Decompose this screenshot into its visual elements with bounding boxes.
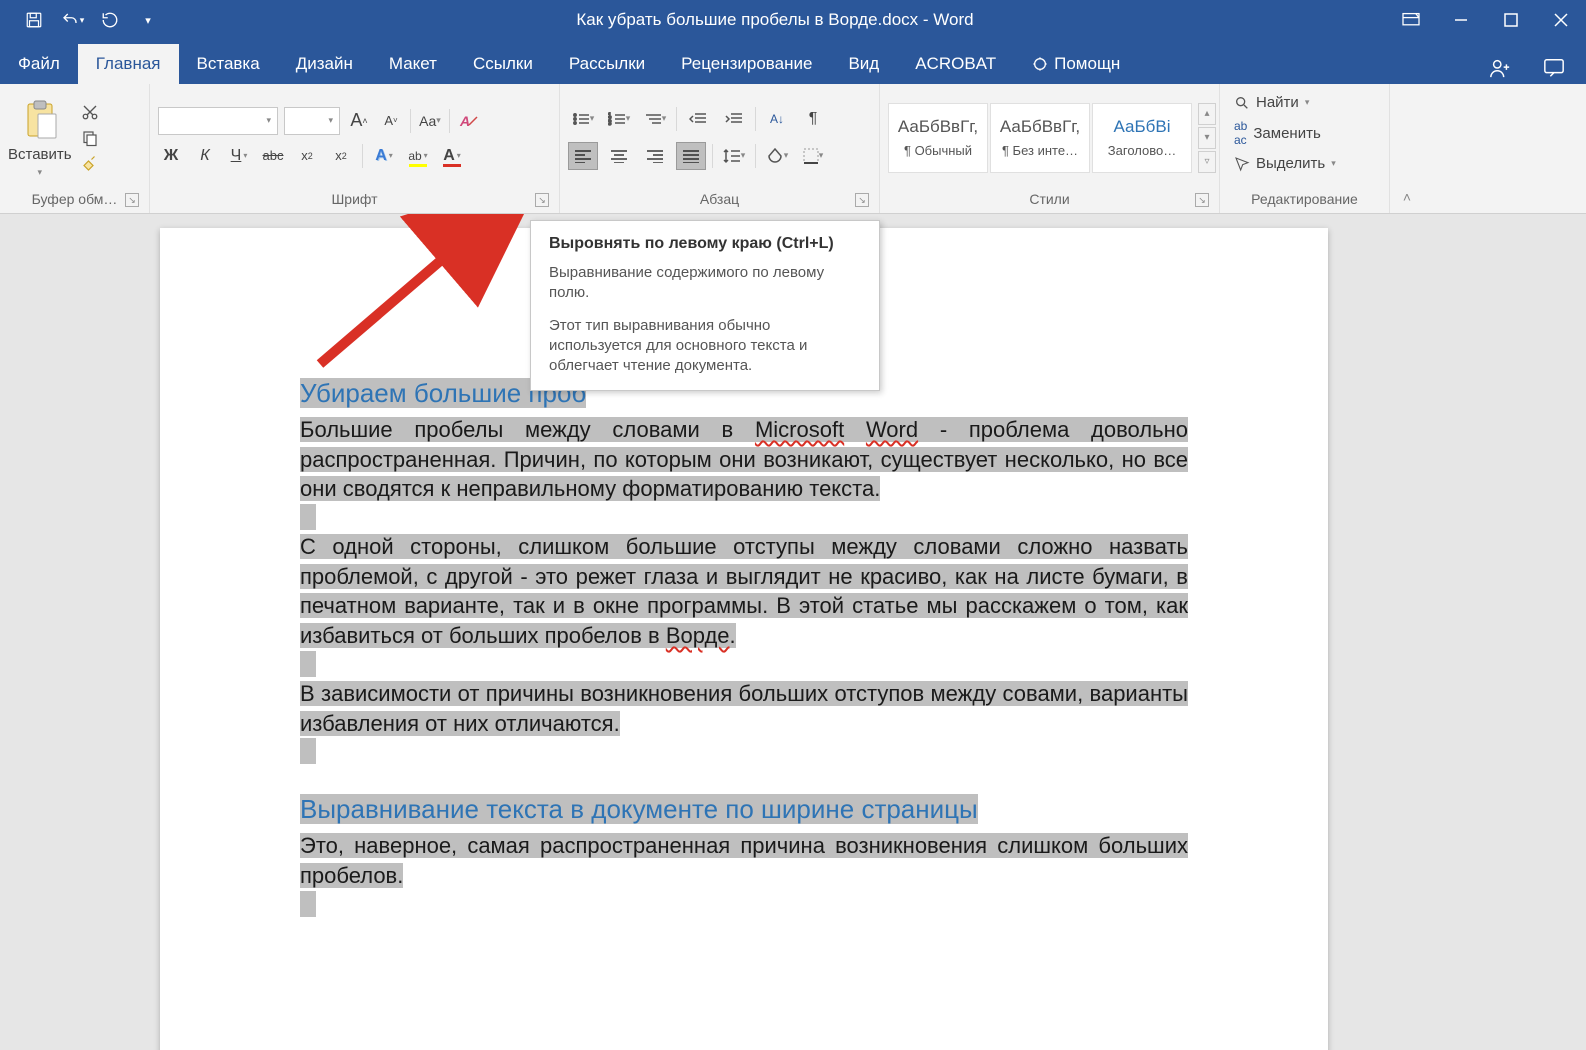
align-right-button[interactable] xyxy=(640,142,670,170)
tooltip-desc-2: Этот тип выравнивания обычно используетс… xyxy=(549,316,861,377)
clear-formatting-button[interactable]: A xyxy=(456,108,482,134)
tab-view[interactable]: Вид xyxy=(830,44,897,84)
qat-customize[interactable]: ▾ xyxy=(132,4,164,36)
tell-me-label: Помощн xyxy=(1054,54,1120,74)
multilevel-list-button[interactable]: ▾ xyxy=(640,106,670,132)
copy-button[interactable] xyxy=(78,127,102,149)
change-case-button[interactable]: Aa▾ xyxy=(417,108,443,134)
svg-text:3: 3 xyxy=(608,121,612,126)
tab-references[interactable]: Ссылки xyxy=(455,44,551,84)
window-controls xyxy=(1386,0,1586,40)
styles-expand[interactable]: ▿ xyxy=(1198,151,1216,173)
clipboard-dialog-launcher[interactable]: ↘ xyxy=(125,193,139,207)
editing-group-label: Редактирование xyxy=(1251,191,1358,207)
strikethrough-button[interactable]: abc xyxy=(260,143,286,169)
cut-button[interactable] xyxy=(78,101,102,123)
paragraph-dialog-launcher[interactable]: ↘ xyxy=(855,193,869,207)
minimize-button[interactable] xyxy=(1436,0,1486,40)
align-justify-button[interactable] xyxy=(676,142,706,170)
group-styles: АаБбВвГг,¶ Обычный АаБбВвГг,¶ Без инте… … xyxy=(880,84,1220,213)
ribbon: Вставить ▾ Буфер обм…↘ ▾ ▾ A˄ A˅ Aa▾ xyxy=(0,84,1586,214)
comments-button[interactable] xyxy=(1542,57,1566,84)
line-spacing-button[interactable]: ▾ xyxy=(719,143,749,169)
tab-design[interactable]: Дизайн xyxy=(278,44,371,84)
ribbon-display-options[interactable] xyxy=(1386,0,1436,40)
tab-file[interactable]: Файл xyxy=(0,44,78,84)
sort-button[interactable]: A↓ xyxy=(762,106,792,132)
shading-button[interactable]: ▾ xyxy=(762,143,792,169)
clipboard-group-label: Буфер обм… xyxy=(32,191,118,207)
tab-mailings[interactable]: Рассылки xyxy=(551,44,663,84)
tell-me[interactable]: Помощн xyxy=(1014,44,1138,84)
show-marks-button[interactable]: ¶ xyxy=(798,106,828,132)
tab-insert[interactable]: Вставка xyxy=(179,44,278,84)
subscript-button[interactable]: x2 xyxy=(294,143,320,169)
font-color-button[interactable]: A▾ xyxy=(439,143,465,169)
paragraph-group-label: Абзац xyxy=(700,191,739,207)
redo-button[interactable] xyxy=(94,4,126,36)
replace-button[interactable]: abacЗаменить xyxy=(1234,119,1336,147)
find-button[interactable]: Найти▾ xyxy=(1234,94,1336,111)
paragraph-4: Это, наверное, самая распространенная пр… xyxy=(300,831,1188,890)
quick-access-toolbar: ▾ ▾ xyxy=(0,4,164,36)
text-effects-button[interactable]: A▾ xyxy=(371,143,397,169)
close-button[interactable] xyxy=(1536,0,1586,40)
format-painter-button[interactable] xyxy=(78,153,102,175)
tooltip-align-left: Выровнять по левому краю (Ctrl+L) Выравн… xyxy=(530,220,880,391)
highlight-button[interactable]: ab▾ xyxy=(405,143,431,169)
select-button[interactable]: Выделить▾ xyxy=(1234,155,1336,172)
styles-dialog-launcher[interactable]: ↘ xyxy=(1195,193,1209,207)
paragraph-2: С одной стороны, слишком большие отступы… xyxy=(300,532,1188,651)
share-button[interactable] xyxy=(1488,57,1512,84)
superscript-button[interactable]: x2 xyxy=(328,143,354,169)
document-area[interactable]: Убираем большие проб Большие пробелы меж… xyxy=(0,214,1586,1050)
tooltip-title: Выровнять по левому краю (Ctrl+L) xyxy=(549,235,861,253)
paste-button[interactable] xyxy=(19,98,61,142)
styles-group-label: Стили xyxy=(1029,191,1069,207)
align-left-button[interactable] xyxy=(568,142,598,170)
maximize-button[interactable] xyxy=(1486,0,1536,40)
tab-home[interactable]: Главная xyxy=(78,44,179,84)
increase-indent-button[interactable] xyxy=(719,106,749,132)
font-name-combo[interactable]: ▾ xyxy=(158,107,278,135)
group-clipboard: Вставить ▾ Буфер обм…↘ xyxy=(0,84,150,213)
underline-button[interactable]: Ч▾ xyxy=(226,143,252,169)
group-paragraph: ▾ 123▾ ▾ A↓ ¶ ▾ xyxy=(560,84,880,213)
styles-scroll-down[interactable]: ▾ xyxy=(1198,127,1216,149)
paragraph-3: В зависимости от причины возникновения б… xyxy=(300,679,1188,738)
bullets-button[interactable]: ▾ xyxy=(568,106,598,132)
numbering-button[interactable]: 123▾ xyxy=(604,106,634,132)
style-heading1[interactable]: АаБбВіЗаголово… xyxy=(1092,103,1192,173)
undo-button[interactable]: ▾ xyxy=(56,4,88,36)
style-normal[interactable]: АаБбВвГг,¶ Обычный xyxy=(888,103,988,173)
align-center-button[interactable] xyxy=(604,142,634,170)
paragraph-1: Большие пробелы между словами в Microsof… xyxy=(300,415,1188,504)
font-group-label: Шрифт xyxy=(331,191,377,207)
decrease-indent-button[interactable] xyxy=(683,106,713,132)
tooltip-desc-1: Выравнивание содержимого по левому полю. xyxy=(549,263,861,304)
group-font: ▾ ▾ A˄ A˅ Aa▾ A Ж К Ч▾ abc x2 x2 xyxy=(150,84,560,213)
ribbon-tabs: Файл Главная Вставка Дизайн Макет Ссылки… xyxy=(0,40,1586,84)
tab-acrobat[interactable]: ACROBAT xyxy=(897,44,1014,84)
save-button[interactable] xyxy=(18,4,50,36)
bold-button[interactable]: Ж xyxy=(158,143,184,169)
grow-font-button[interactable]: A˄ xyxy=(346,108,372,134)
font-dialog-launcher[interactable]: ↘ xyxy=(535,193,549,207)
styles-scroll-up[interactable]: ▴ xyxy=(1198,103,1216,125)
shrink-font-button[interactable]: A˅ xyxy=(378,108,404,134)
window-title: Как убрать большие пробелы в Ворде.docx … xyxy=(164,10,1386,30)
borders-button[interactable]: ▾ xyxy=(798,143,828,169)
tab-layout[interactable]: Макет xyxy=(371,44,455,84)
paste-label: Вставить xyxy=(8,146,72,163)
style-no-spacing[interactable]: АаБбВвГг,¶ Без инте… xyxy=(990,103,1090,173)
group-editing: Найти▾ abacЗаменить Выделить▾ Редактиров… xyxy=(1220,84,1390,213)
collapse-ribbon-button[interactable]: ˄ xyxy=(1390,84,1424,213)
heading-2: Выравнивание текста в документе по ширин… xyxy=(300,794,1188,825)
tab-review[interactable]: Рецензирование xyxy=(663,44,830,84)
title-bar: ▾ ▾ Как убрать большие пробелы в Ворде.d… xyxy=(0,0,1586,40)
font-size-combo[interactable]: ▾ xyxy=(284,107,340,135)
italic-button[interactable]: К xyxy=(192,143,218,169)
